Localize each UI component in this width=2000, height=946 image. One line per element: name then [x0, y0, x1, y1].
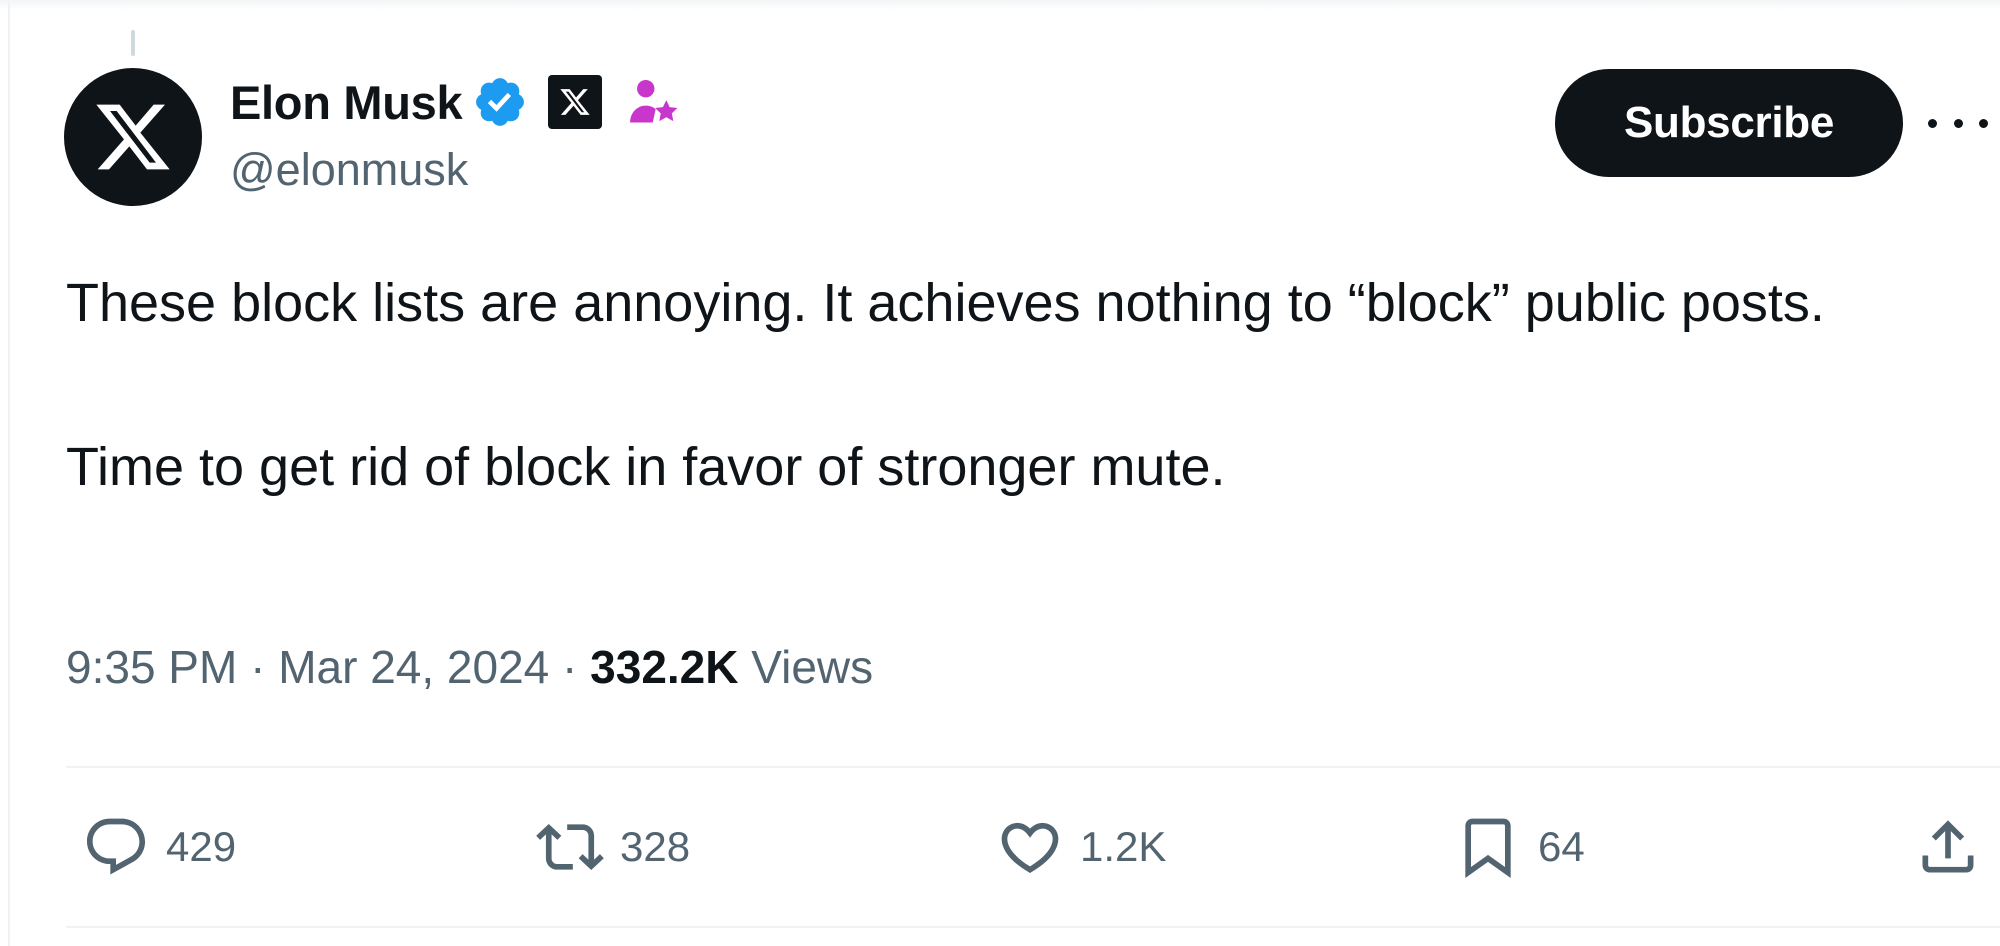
- repost-count: 328: [620, 823, 691, 870]
- divider: [66, 926, 2000, 928]
- author-handle[interactable]: @elonmusk: [230, 144, 468, 196]
- heart-icon: [1001, 822, 1059, 873]
- more-dot: [1979, 118, 1988, 128]
- reply-count: 429: [166, 823, 237, 870]
- tweet-date[interactable]: Mar 24, 2024: [278, 640, 549, 694]
- bookmark-button[interactable]: 64: [1454, 812, 1585, 882]
- tweet-time[interactable]: 9:35 PM: [66, 640, 237, 694]
- x-logo-icon: [96, 104, 170, 170]
- bookmark-icon: [1465, 818, 1511, 878]
- reply-button[interactable]: 429: [82, 812, 236, 882]
- x-affiliate-icon[interactable]: [548, 75, 603, 129]
- top-edge: [0, 0, 2000, 10]
- person-star-icon[interactable]: [624, 73, 682, 131]
- repost-icon: [536, 823, 604, 871]
- meta-separator: ·: [237, 641, 279, 693]
- share-icon: [1922, 820, 1974, 873]
- thread-connector: [131, 30, 135, 56]
- like-count: 1.2K: [1080, 823, 1167, 870]
- author-name-row: Elon Musk: [230, 70, 682, 134]
- views-label: Views: [751, 641, 874, 693]
- reply-icon: [86, 818, 146, 875]
- meta-separator: ·: [549, 641, 591, 693]
- share-button[interactable]: [1914, 812, 1982, 882]
- tweet-detail: Elon Musk @elonmusk Subscribe These bloc…: [0, 0, 2000, 946]
- divider: [66, 766, 2000, 768]
- verified-badge-icon[interactable]: [472, 74, 528, 130]
- x-logo-small-icon: [560, 89, 590, 115]
- more-dot: [1928, 118, 1937, 128]
- tweet-text: These block lists are annoying. It achie…: [66, 273, 1825, 497]
- avatar[interactable]: [64, 68, 202, 206]
- subscribe-button[interactable]: Subscribe: [1555, 69, 1903, 177]
- repost-button[interactable]: 328: [536, 812, 690, 882]
- more-options-button[interactable]: [1928, 100, 1988, 146]
- column-border: [8, 0, 10, 946]
- like-button[interactable]: 1.2K: [996, 812, 1166, 882]
- views-spacer: [739, 640, 752, 694]
- views-count: 332.2K: [590, 641, 739, 693]
- author-display-name[interactable]: Elon Musk: [230, 75, 463, 130]
- more-dot: [1953, 118, 1963, 128]
- tweet-metadata: 9:35 PM · Mar 24, 2024 · 332.2K Views: [66, 640, 873, 694]
- bookmark-count: 64: [1538, 823, 1585, 870]
